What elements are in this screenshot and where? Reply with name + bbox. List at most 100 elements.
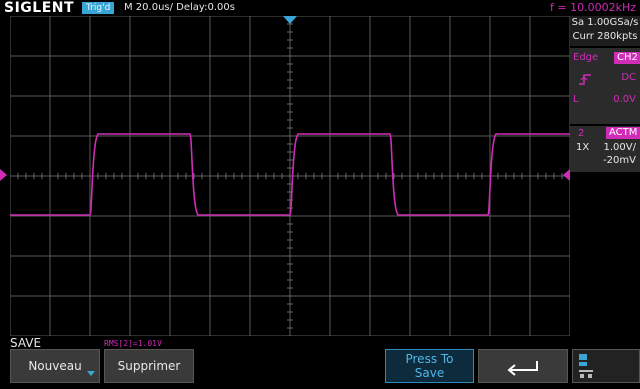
channel-mode: ACTM [606,127,640,139]
axis-tick [287,327,293,329]
network-icon [579,354,593,378]
axis-tick [153,173,155,179]
axis-tick [287,255,293,257]
network-status[interactable] [572,349,640,383]
axis-tick [441,173,443,179]
axis-tick [81,173,83,179]
axis-tick [521,173,523,179]
axis-tick [287,231,293,233]
axis-tick [287,287,293,289]
axis-tick [505,173,507,179]
axis-tick [545,173,547,179]
axis-tick [529,173,531,179]
axis-tick [185,173,187,179]
axis-tick [287,31,293,33]
axis-tick [377,173,379,179]
axis-tick [287,79,293,81]
trigger-level-value: 0.0V [613,94,636,105]
axis-tick [287,247,293,249]
axis-tick [169,173,171,179]
axis-tick [305,173,307,179]
axis-tick [287,303,293,305]
axis-tick [409,173,411,179]
channel-2-box[interactable]: 2 ACTM 1X 1.00V/ -20mV [570,126,640,172]
chevron-down-icon [87,371,95,376]
axis-tick [337,173,339,179]
axis-tick [10,173,11,179]
axis-tick [287,87,293,89]
axis-tick [287,311,293,313]
axis-tick [473,173,475,179]
status-bar: SIGLENT Trig'd M 20.0us/ Delay:0.00s f =… [0,0,640,16]
delete-button[interactable]: Supprimer [104,349,194,383]
axis-tick [249,173,251,179]
axis-tick [481,173,483,179]
axis-tick [353,173,355,179]
axis-tick [49,173,51,179]
axis-tick [113,173,115,179]
delete-button-label: Supprimer [117,359,181,373]
axis-tick [225,173,227,179]
channel-offset: -20mV [603,155,636,166]
acquisition-box: Sa 1.00GSa/s Curr 280kpts [570,16,640,46]
axis-tick [361,173,363,179]
axis-tick [287,239,293,241]
sample-rate: Sa 1.00GSa/s [571,17,639,28]
axis-tick [105,173,107,179]
axis-tick [297,173,299,179]
axis-tick [321,173,323,179]
axis-tick [385,173,387,179]
trigger-position-marker[interactable] [283,16,297,24]
axis-tick [241,173,243,179]
axis-tick [417,173,419,179]
axis-tick [25,173,27,179]
frequency-readout: f = 10.0002kHz [550,1,636,14]
axis-tick [145,173,147,179]
trigger-source: CH2 [614,52,640,64]
axis-tick [137,173,139,179]
axis-tick [287,95,293,97]
axis-tick [65,173,67,179]
trigger-level-marker[interactable] [563,169,570,181]
trigger-type: Edge [573,52,599,63]
axis-tick [287,63,293,65]
axis-tick [287,207,293,209]
axis-tick [73,173,75,179]
volts-per-div: 1.00V/ [603,142,636,153]
trigger-box[interactable]: Edge CH2 DC L 0.0V [570,48,640,124]
memory-depth: Curr 280kpts [572,31,638,42]
axis-tick [287,111,293,113]
axis-tick [287,55,293,57]
axis-tick [287,223,293,225]
axis-tick [17,173,19,179]
axis-tick [553,173,555,179]
axis-tick [273,173,275,179]
axis-tick [233,173,235,179]
new-button[interactable]: Nouveau [10,349,100,383]
trigger-coupling: DC [621,72,636,83]
axis-tick [287,135,293,137]
axis-tick [287,279,293,281]
axis-tick [345,173,347,179]
axis-tick [287,39,293,41]
axis-tick [177,173,179,179]
axis-tick [287,159,293,161]
axis-tick [287,103,293,105]
press-to-save-button[interactable]: Press To Save [385,349,474,383]
axis-tick [287,71,293,73]
brand-logo: SIGLENT [4,0,75,16]
waveform-display[interactable] [10,16,570,336]
axis-tick [201,173,203,179]
return-button[interactable] [478,349,568,383]
axis-tick [161,173,163,179]
save-button-line1: Press To [405,352,454,366]
axis-tick [217,173,219,179]
axis-tick [57,173,59,179]
channel-number: 2 [578,128,585,139]
menu-title: SAVE [10,336,42,350]
axis-tick [41,173,43,179]
axis-tick [287,335,293,336]
channel-2-offset-marker[interactable] [0,169,7,181]
axis-tick [287,143,293,145]
info-panel: Sa 1.00GSa/s Curr 280kpts Edge CH2 DC L … [570,16,640,336]
